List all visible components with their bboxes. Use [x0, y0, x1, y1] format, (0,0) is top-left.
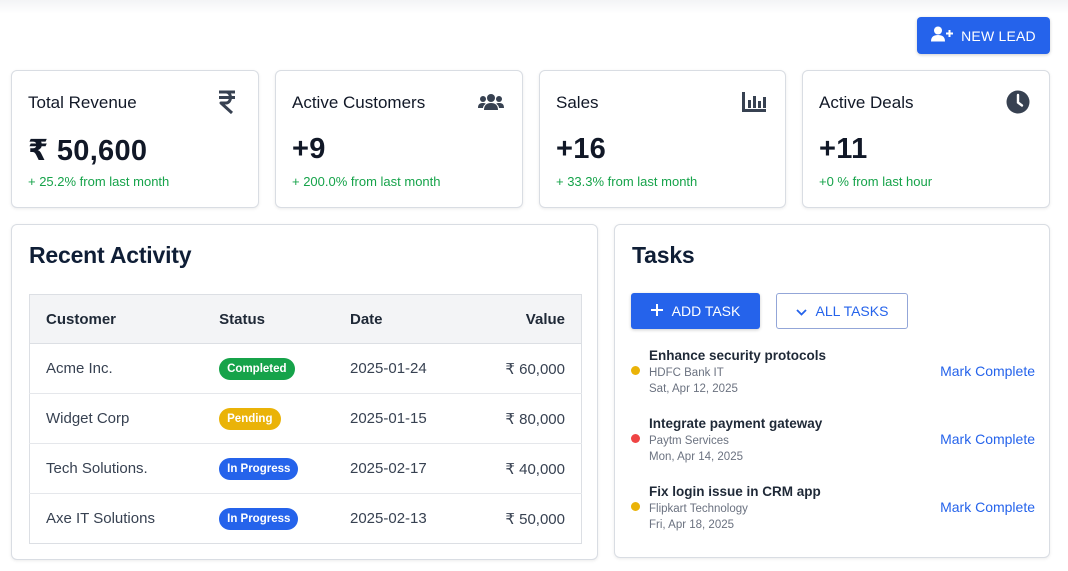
stat-value: +9: [292, 133, 326, 165]
value-cell: ₹ 50,000: [505, 510, 565, 528]
task-organization: Flipkart Technology: [649, 503, 748, 515]
add-task-label: ADD TASK: [671, 303, 741, 319]
all-tasks-label: ALL TASKS: [815, 303, 889, 319]
recent-activity-title: Recent Activity: [29, 242, 192, 268]
stat-card-sales: Sales +16 + 33.3% from last month: [539, 70, 786, 208]
recent-activity-panel: Recent Activity Customer Status Date Val…: [11, 224, 598, 560]
task-title: Integrate payment gateway: [649, 416, 823, 431]
activity-table: Customer Status Date Value Acme Inc. Com…: [29, 294, 582, 544]
table-row: Tech Solutions. In Progress 2025-02-17 ₹…: [29, 443, 582, 494]
customer-cell: Tech Solutions.: [29, 443, 204, 494]
status-badge: Completed: [219, 357, 295, 380]
stat-value: +16: [556, 133, 607, 165]
column-header-value: Value: [464, 294, 582, 344]
value-cell: ₹ 40,000: [464, 443, 582, 494]
task-title: Fix login issue in CRM app: [649, 484, 821, 499]
bar-chart-icon: [741, 89, 767, 115]
task-organization: HDFC Bank IT: [649, 367, 724, 379]
status-badge: In Progress: [219, 457, 299, 480]
task-date: Sat, Apr 12, 2025: [649, 383, 738, 395]
task-date: Fri, Apr 18, 2025: [649, 519, 735, 531]
rupee-icon: [214, 89, 240, 115]
new-lead-label: NEW LEAD: [961, 27, 1036, 44]
task-title: Enhance security protocols: [649, 348, 827, 363]
column-header-customer: Customer: [29, 294, 204, 344]
tasks-panel: Tasks ADD TASK ALL TASKS Enhance securit…: [614, 224, 1050, 558]
stat-card-total-revenue: Total Revenue ₹ 50,600 + 25.2% from last…: [11, 70, 259, 208]
clock-icon: [1005, 89, 1031, 115]
tasks-title: Tasks: [632, 242, 695, 268]
stat-value: +11: [819, 133, 868, 165]
priority-dot: [631, 502, 640, 511]
stat-change: + 200.0% from last month: [292, 174, 441, 189]
date-cell: 2025-01-15: [334, 393, 465, 444]
column-header-date: Date: [334, 294, 465, 344]
priority-dot: [631, 434, 640, 443]
add-task-button[interactable]: ADD TASK: [631, 293, 760, 329]
table-row: Widget Corp Pending 2025-01-15 ₹ 80,000: [29, 393, 582, 444]
top-bar: [0, 0, 1068, 62]
value-cell: ₹ 60,000: [464, 343, 582, 394]
new-lead-button[interactable]: NEW LEAD: [917, 17, 1050, 54]
task-date: Mon, Apr 14, 2025: [649, 451, 743, 463]
date-cell: 2025-01-24: [334, 343, 465, 394]
mark-complete-link[interactable]: Mark Complete: [940, 499, 1035, 515]
column-header-status: Status: [203, 294, 334, 344]
stat-title: Active Customers: [292, 93, 426, 112]
add-user-icon: [931, 26, 954, 45]
table-header-row: Customer Status Date Value: [29, 294, 582, 344]
date-cell: 2025-02-17: [334, 443, 465, 494]
customer-cell: Acme Inc.: [29, 343, 204, 394]
priority-dot: [631, 366, 640, 375]
stat-change: + 25.2% from last month: [28, 174, 170, 189]
table-row: Axe IT Solutions In Progress 2025-02-13 …: [30, 494, 582, 544]
users-icon: [478, 89, 504, 115]
status-badge: Pending: [219, 407, 281, 430]
value-cell: ₹ 80,000: [464, 393, 582, 444]
all-tasks-button[interactable]: ALL TASKS: [776, 293, 908, 329]
status-badge: In Progress: [219, 507, 299, 530]
stat-change: + 33.3% from last month: [556, 174, 698, 189]
table-row: Acme Inc. Completed 2025-01-24 ₹ 60,000: [29, 343, 582, 394]
task-item: Fix login issue in CRM app Flipkart Tech…: [631, 484, 1035, 536]
stat-value: ₹ 50,600: [28, 135, 148, 167]
mark-complete-link[interactable]: Mark Complete: [940, 431, 1035, 447]
stat-title: Total Revenue: [28, 93, 137, 112]
stat-card-active-deals: Active Deals +11 +0 % from last hour: [802, 70, 1050, 208]
task-organization: Paytm Services: [649, 435, 729, 447]
plus-icon: [650, 303, 663, 319]
stat-change: +0 % from last hour: [819, 174, 933, 189]
stat-card-active-customers: Active Customers +9 + 200.0% from last m…: [275, 70, 523, 208]
chevron-down-icon: [795, 303, 807, 319]
date-cell: 2025-02-13: [350, 510, 427, 527]
stat-title: Active Deals: [819, 93, 914, 112]
task-item: Integrate payment gateway Paytm Services…: [631, 416, 1035, 468]
stat-title: Sales: [556, 93, 599, 112]
task-item: Enhance security protocols HDFC Bank IT …: [631, 348, 1035, 400]
customer-cell: Widget Corp: [29, 393, 204, 444]
customer-cell: Axe IT Solutions: [46, 510, 155, 527]
mark-complete-link[interactable]: Mark Complete: [940, 363, 1035, 379]
